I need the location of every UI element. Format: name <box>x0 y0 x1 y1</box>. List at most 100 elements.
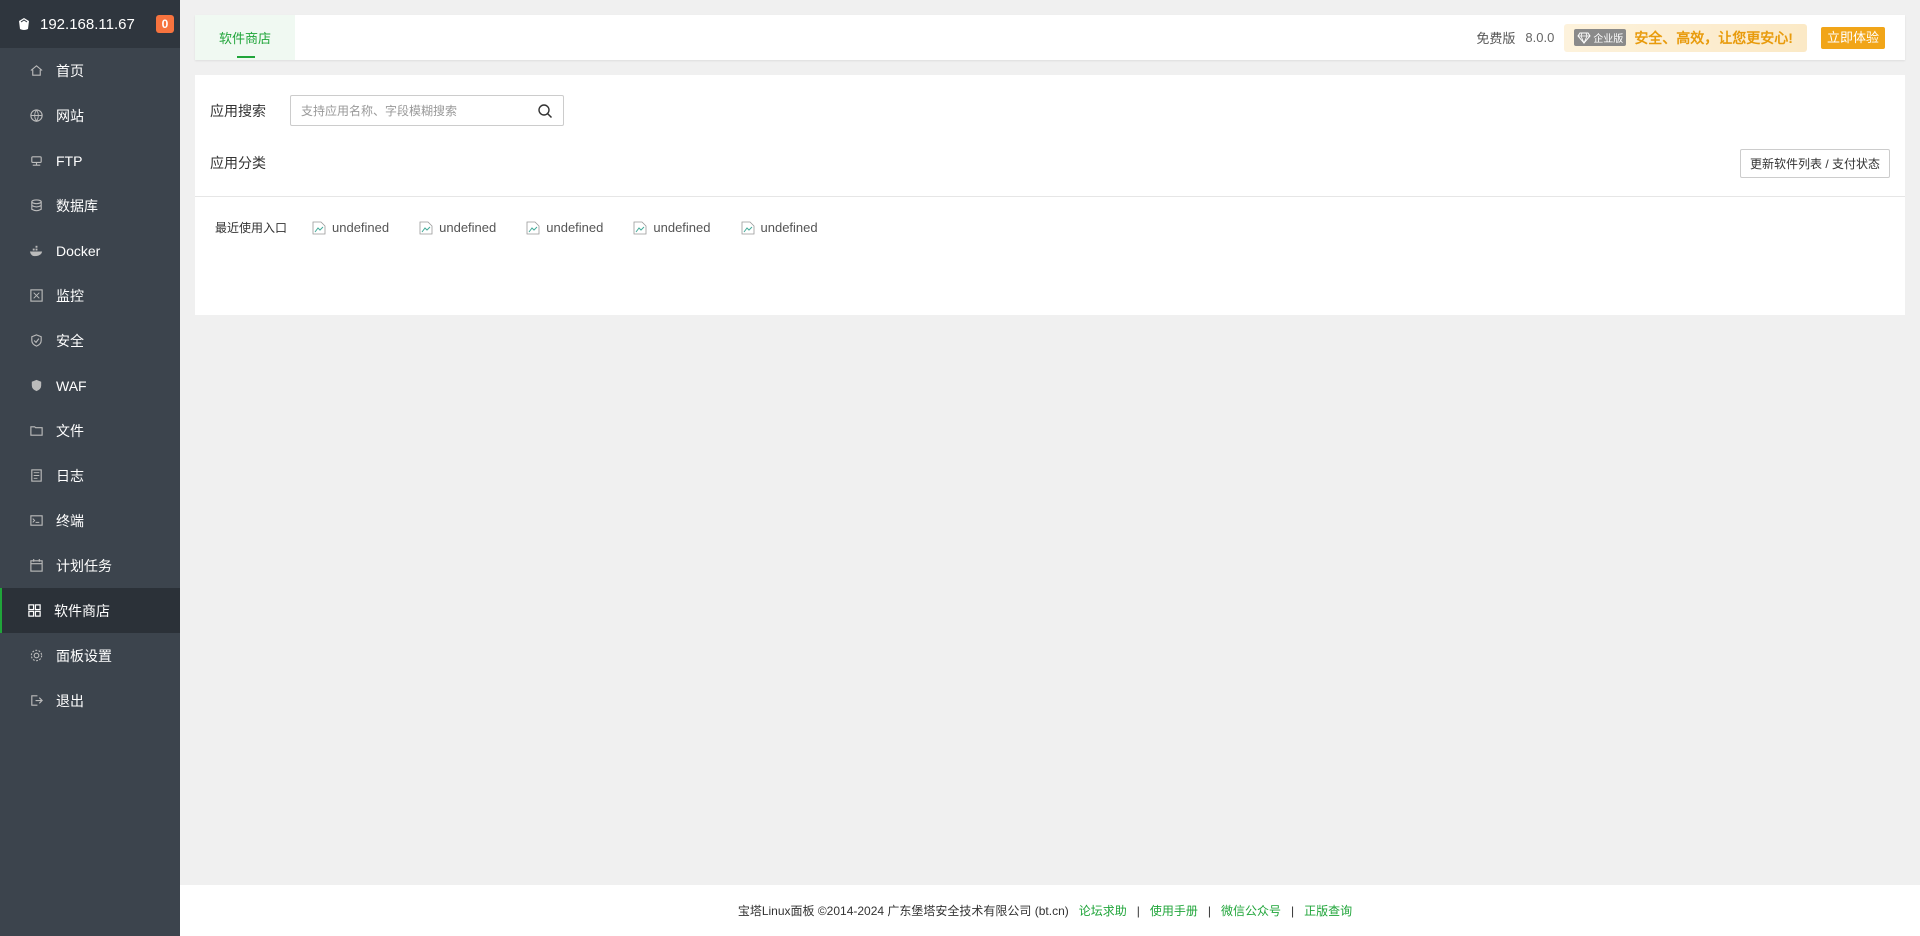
sidebar-item-label: Docker <box>56 242 101 259</box>
sidebar-item-8[interactable]: 文件 <box>0 408 180 453</box>
sidebar-item-9[interactable]: 日志 <box>0 453 180 498</box>
enterprise-tag-text: 企业版 <box>1593 34 1624 45</box>
sidebar-item-label: 计划任务 <box>56 557 112 574</box>
sidebar-item-10[interactable]: 终端 <box>0 498 180 543</box>
sidebar: 192.168.11.67 0 首页网站 FTP 数据库 Docker 监控安全 WAF 文… <box>0 0 180 936</box>
search-row: 应用搜索 <box>210 95 564 126</box>
enterprise-banner[interactable]: 企业版 安全、高效，让您更安心! <box>1564 23 1807 52</box>
sidebar-item-label: 软件商店 <box>54 602 110 619</box>
sidebar-item-label: 文件 <box>56 422 84 439</box>
enterprise-slogan: 安全、高效，让您更安心! <box>1634 29 1793 46</box>
top-right-area: 免费版 8.0.0 企业版 安全、高效，让您更安心! 立即体验 <box>1476 15 1885 60</box>
logout-icon <box>28 693 44 709</box>
recent-item[interactable]: undefined <box>526 220 603 235</box>
footer-separator: | <box>1291 903 1295 918</box>
enterprise-tag: 企业版 <box>1574 29 1627 46</box>
waf-icon <box>28 378 44 394</box>
top-bar: 软件商店 免费版 8.0.0 企业版 安全、高效，让您更安心! 立即体验 <box>195 15 1905 60</box>
tab-software-store[interactable]: 软件商店 <box>195 15 296 60</box>
sidebar-item-label: WAF <box>56 377 87 394</box>
calendar-icon <box>28 558 44 574</box>
footer-link-2[interactable]: 微信公众号 <box>1221 902 1281 919</box>
sidebar-item-6[interactable]: 安全 <box>0 318 180 363</box>
database-icon <box>28 198 44 214</box>
sidebar-item-label: 终端 <box>56 512 84 529</box>
sidebar-item-13[interactable]: 面板设置 <box>0 633 180 678</box>
sidebar-item-2[interactable]: FTP <box>0 138 180 183</box>
home-icon <box>28 63 44 79</box>
main-area: 软件商店 免费版 8.0.0 企业版 安全、高效，让您更安心! 立即体验 应用搜… <box>180 0 1920 936</box>
footer-link-1[interactable]: 使用手册 <box>1150 902 1198 919</box>
gear-icon <box>28 648 44 664</box>
sidebar-item-11[interactable]: 计划任务 <box>0 543 180 588</box>
broken-image-icon <box>419 221 433 235</box>
search-icon[interactable] <box>537 103 553 119</box>
sidebar-item-label: 日志 <box>56 467 84 484</box>
update-list-button[interactable]: 更新软件列表 / 支付状态 <box>1739 149 1890 178</box>
tab-label: 软件商店 <box>219 31 272 46</box>
store-panel: 应用搜索 应用分类 更新软件列表 / 支付状态 最近使用入口 undefined… <box>195 75 1905 315</box>
terminal-icon <box>28 513 44 529</box>
globe-icon <box>28 108 44 124</box>
sidebar-item-7[interactable]: WAF <box>0 363 180 408</box>
sidebar-item-label: 安全 <box>56 332 84 349</box>
folder-icon <box>28 423 44 439</box>
recent-item[interactable]: undefined <box>741 220 818 235</box>
log-icon <box>28 468 44 484</box>
sidebar-item-14[interactable]: 退出 <box>0 678 180 723</box>
sidebar-item-label: 退出 <box>56 692 84 709</box>
broken-image-icon <box>741 221 755 235</box>
recent-item-label: undefined <box>439 220 497 235</box>
sidebar-item-label: 首页 <box>56 62 84 79</box>
sidebar-item-label: FTP <box>56 152 83 169</box>
search-label: 应用搜索 <box>210 102 266 119</box>
recent-item-label: undefined <box>653 220 711 235</box>
sidebar-menu: 首页网站 FTP 数据库 Docker 监控安全 WAF 文件日志终端计划任务软件商店面板设… <box>0 48 180 723</box>
sidebar-item-3[interactable]: 数据库 <box>0 183 180 228</box>
tab-underline <box>237 56 255 58</box>
recent-item-label: undefined <box>760 220 818 235</box>
recent-item-label: undefined <box>546 220 604 235</box>
footer: 宝塔Linux面板 ©2014-2024 广东堡塔安全技术有限公司 (bt.cn… <box>180 885 1920 936</box>
sidebar-item-0[interactable]: 首页 <box>0 48 180 93</box>
grid-icon <box>26 603 42 619</box>
try-now-button[interactable]: 立即体验 <box>1820 26 1885 49</box>
sidebar-item-label: 监控 <box>56 287 84 304</box>
sidebar-item-label: 数据库 <box>56 197 98 214</box>
footer-separator: | <box>1207 903 1212 918</box>
footer-link-0[interactable]: 论坛求助 <box>1079 902 1127 919</box>
notification-badge[interactable]: 0 <box>156 15 174 33</box>
monitor-icon <box>28 288 44 304</box>
category-label: 应用分类 <box>210 155 266 171</box>
edition-label: 免费版 <box>1476 31 1516 46</box>
recent-item[interactable]: undefined <box>633 220 711 235</box>
search-box <box>290 95 564 126</box>
docker-icon <box>28 243 44 259</box>
footer-link-3[interactable]: 正版查询 <box>1304 902 1352 919</box>
recent-item[interactable]: undefined <box>419 220 496 235</box>
recent-entries: 最近使用入口 undefined undefined undefined undefi… <box>215 219 848 236</box>
server-ip: 192.168.11.67 <box>40 15 135 33</box>
bt-logo-icon <box>16 16 32 32</box>
version-label: 8.0.0 <box>1525 30 1555 45</box>
divider <box>195 196 1905 197</box>
search-input[interactable] <box>299 102 533 119</box>
recent-item[interactable]: undefined <box>312 220 389 235</box>
sidebar-item-1[interactable]: 网站 <box>0 93 180 138</box>
diamond-icon <box>1577 32 1591 44</box>
footer-separator: | <box>1136 903 1140 918</box>
sidebar-item-12[interactable]: 软件商店 <box>0 588 180 633</box>
ftp-icon <box>28 153 44 169</box>
sidebar-item-label: 网站 <box>56 107 84 124</box>
sidebar-item-label: 面板设置 <box>56 647 112 664</box>
recent-label: 最近使用入口 <box>215 221 288 235</box>
footer-copyright: 宝塔Linux面板 ©2014-2024 广东堡塔安全技术有限公司 (bt.cn… <box>737 904 1069 918</box>
shield-icon <box>28 333 44 349</box>
sidebar-header: 192.168.11.67 0 <box>0 0 180 48</box>
broken-image-icon <box>633 221 647 235</box>
sidebar-item-5[interactable]: 监控 <box>0 273 180 318</box>
sidebar-item-4[interactable]: Docker <box>0 228 180 273</box>
recent-item-label: undefined <box>332 220 390 235</box>
broken-image-icon <box>312 221 326 235</box>
broken-image-icon <box>526 221 540 235</box>
